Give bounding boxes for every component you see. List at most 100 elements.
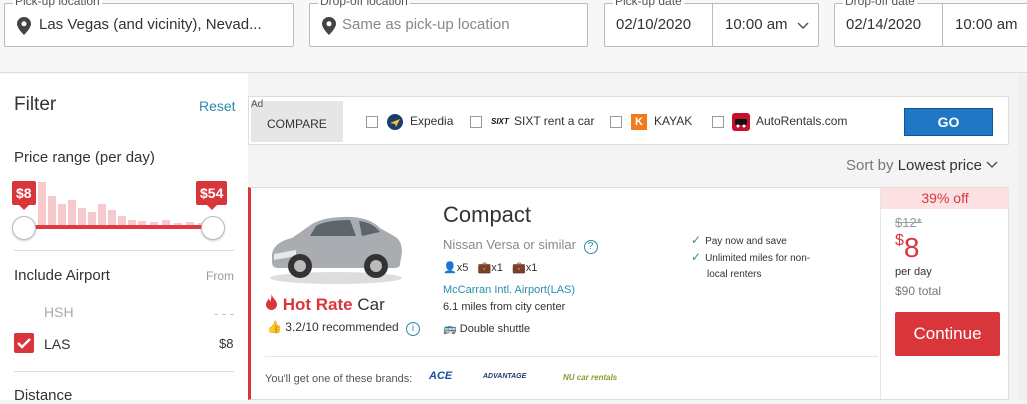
- car-model: Nissan Versa or similar ?: [443, 237, 598, 254]
- chevron-down-icon: [797, 22, 809, 30]
- price-histogram: [38, 178, 216, 226]
- distance-title: Distance: [14, 387, 73, 404]
- price-range-title: Price range (per day): [14, 149, 155, 166]
- airport-price-hsh: - - -: [214, 306, 235, 321]
- seats-count: x5: [456, 262, 469, 274]
- from-label: From: [206, 269, 234, 283]
- pickup-location-value: Las Vegas (and vicinity), Nevad...: [39, 16, 262, 33]
- per-day-label: per day: [895, 266, 932, 278]
- brand-logo-ace: ACE: [429, 370, 453, 382]
- currency-symbol: $: [895, 232, 904, 249]
- info-icon[interactable]: i: [406, 322, 421, 336]
- filter-panel: Filter Reset Price range (per day) $8 $5…: [0, 74, 248, 404]
- person-icon: 👤: [443, 262, 457, 274]
- pickup-date-field: Pick-up date 02/10/2020 10:00 am: [604, 0, 819, 47]
- bag-icon: 💼: [512, 262, 526, 274]
- compare-option-expedia[interactable]: Expedia: [410, 114, 453, 130]
- chevron-down-icon: [986, 161, 998, 169]
- original-price: $12*: [895, 215, 922, 230]
- price-min-handle[interactable]: [12, 216, 36, 240]
- brands-label: You'll get one of these brands:: [265, 373, 413, 385]
- dropoff-location-field[interactable]: Drop-off location Same as pick-up locati…: [309, 0, 588, 47]
- small-bags-count: x1: [525, 262, 538, 274]
- pickup-time-select[interactable]: 10:00 am: [712, 4, 818, 46]
- map-pin-icon: [322, 17, 336, 35]
- hot-rate-label: Hot Rate: [282, 295, 353, 314]
- compare-option-autorentals[interactable]: AutoRentals.com: [756, 114, 847, 130]
- ad-label: Ad: [251, 99, 264, 110]
- distance-text: 6.1 miles from city center: [443, 301, 566, 313]
- search-bar: Pick-up location Las Vegas (and vicinity…: [0, 0, 1027, 73]
- brand-logo-nu: NU car rentals: [563, 373, 618, 382]
- result-card: Hot Rate Car 👍 3.2/10 recommended i Comp…: [248, 187, 1009, 400]
- dropoff-date-label: Drop-off date: [843, 0, 917, 8]
- price-min-tag: $8: [12, 181, 36, 210]
- hot-rate-badge: Hot Rate Car: [265, 294, 385, 315]
- compare-checkbox-sixt[interactable]: [470, 116, 482, 128]
- price-column: 39% off $12* $8 per day $90 total Contin…: [880, 188, 1009, 399]
- compare-box: COMPARE: [251, 101, 343, 142]
- airport-price-las: $8: [219, 336, 234, 351]
- perk-unlimited-miles: ✓ Unlimited miles for non-: [691, 250, 810, 264]
- go-button[interactable]: GO: [904, 108, 993, 136]
- divider: [14, 371, 234, 372]
- check-icon: ✓: [691, 250, 702, 264]
- rating: 👍 3.2/10 recommended i: [267, 320, 421, 336]
- dropoff-time-select[interactable]: 10:00 am: [942, 4, 1027, 46]
- divider: [265, 356, 878, 357]
- compare-ad-bar: COMPARE Ad Expedia SIXT SIXT rent a car …: [248, 96, 1009, 145]
- scrollbar[interactable]: [1018, 74, 1027, 400]
- pickup-date-value[interactable]: 02/10/2020: [616, 16, 691, 33]
- dropoff-date-value[interactable]: 02/14/2020: [846, 16, 921, 33]
- dropoff-time-value: 10:00 am: [955, 16, 1018, 33]
- price-max-handle[interactable]: [201, 216, 225, 240]
- car-image: [270, 216, 402, 284]
- divider: [14, 250, 234, 251]
- dropoff-location-placeholder: Same as pick-up location: [342, 16, 510, 33]
- checkmark-icon: [17, 338, 31, 349]
- car-class-title: Compact: [443, 202, 532, 227]
- bus-icon: 🚌: [443, 323, 457, 335]
- perk-pay-now: ✓ Pay now and save: [691, 233, 787, 247]
- include-airport-title: Include Airport: [14, 267, 110, 284]
- sort-dropdown[interactable]: Sort by Lowest price: [846, 157, 998, 174]
- airport-checkbox-las[interactable]: [14, 333, 34, 353]
- kayak-icon: K: [631, 114, 647, 130]
- compare-option-kayak[interactable]: KAYAK: [654, 114, 692, 130]
- sort-label: Sort by: [846, 157, 894, 174]
- continue-button[interactable]: Continue: [895, 312, 1000, 356]
- perk-text: Pay now and save: [705, 236, 787, 247]
- dropoff-location-label: Drop-off location: [318, 0, 410, 8]
- reset-link[interactable]: Reset: [199, 98, 236, 114]
- current-price: $8: [895, 232, 919, 264]
- airport-option-las[interactable]: LAS: [44, 336, 70, 352]
- perk-text-continued: local renters: [707, 269, 762, 280]
- compare-option-sixt[interactable]: SIXT rent a car: [514, 114, 594, 130]
- car-specs: 👤x5 💼x1 💼x1: [443, 261, 537, 274]
- compare-checkbox-kayak[interactable]: [610, 116, 622, 128]
- price-slider-track: [23, 225, 213, 229]
- pickup-date-label: Pick-up date: [613, 0, 684, 8]
- airport-option-hsh: HSH: [44, 304, 74, 320]
- suitcase-icon: 💼: [477, 262, 492, 274]
- pickup-location-label: Pick-up location: [13, 0, 102, 8]
- hot-rate-car-label: Car: [357, 295, 385, 314]
- shuttle-info: 🚌 Double shuttle: [443, 322, 530, 335]
- thumbs-up-icon: 👍: [267, 320, 282, 334]
- compare-checkbox-autorentals[interactable]: [712, 116, 724, 128]
- pickup-location-field[interactable]: Pick-up location Las Vegas (and vicinity…: [4, 0, 294, 47]
- sort-value: Lowest price: [897, 157, 982, 174]
- rating-text: 3.2/10 recommended: [285, 320, 399, 334]
- airport-link[interactable]: McCarran Intl. Airport(LAS): [443, 284, 575, 296]
- car-model-text: Nissan Versa or similar: [443, 237, 576, 252]
- discount-badge: 39% off: [881, 188, 1009, 209]
- price-value: 8: [903, 232, 920, 263]
- shuttle-text: Double shuttle: [459, 323, 531, 335]
- price-max-tag: $54: [196, 181, 228, 210]
- large-bags-count: x1: [491, 262, 503, 274]
- help-icon[interactable]: ?: [583, 240, 598, 254]
- compare-checkbox-expedia[interactable]: [366, 116, 378, 128]
- flame-icon: [266, 294, 277, 310]
- expedia-icon: [387, 114, 403, 130]
- map-pin-icon: [17, 17, 31, 35]
